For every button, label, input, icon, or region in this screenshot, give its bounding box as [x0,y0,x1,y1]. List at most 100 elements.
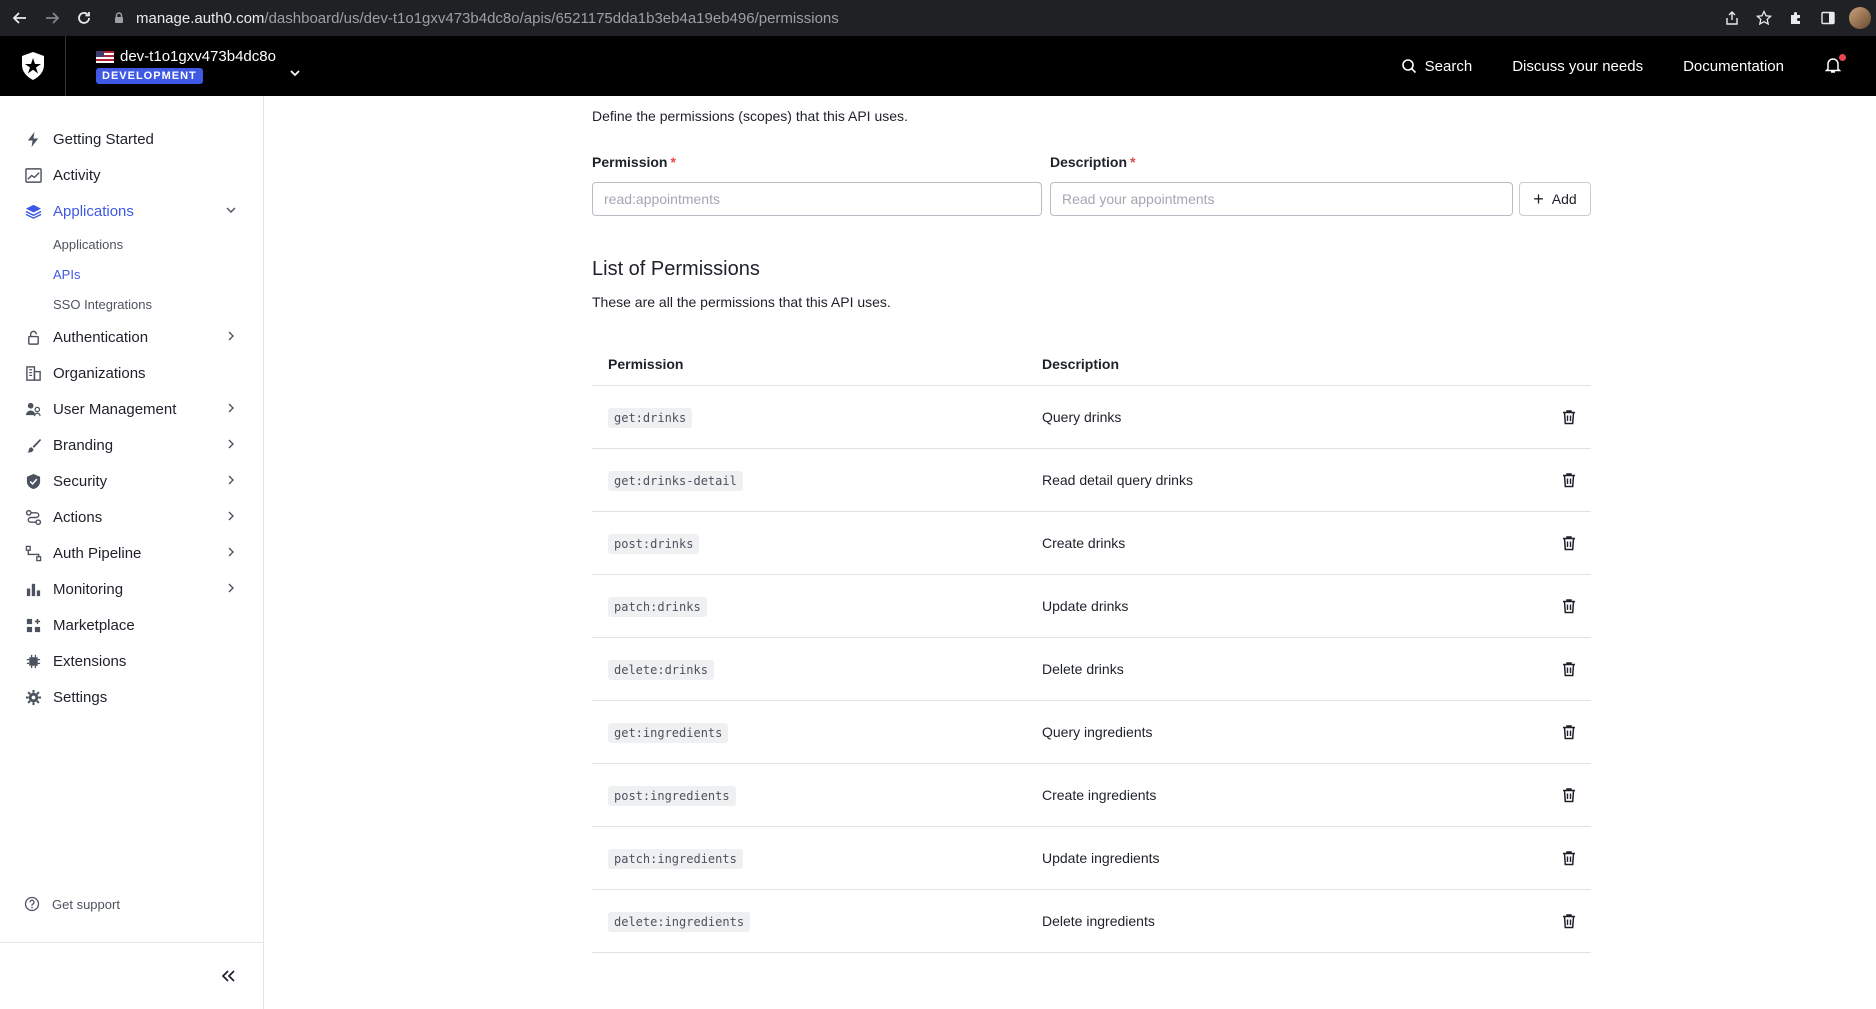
trash-icon[interactable] [1560,912,1578,930]
bolt-icon [24,130,42,148]
sidebar-item-applications[interactable]: Applications [0,193,263,229]
description-cell: Delete drinks [1042,661,1124,677]
permission-scope: patch:drinks [608,597,707,617]
trash-icon[interactable] [1560,534,1578,552]
back-icon[interactable] [8,6,32,30]
required-mark: * [1130,154,1136,170]
forward-icon[interactable] [40,6,64,30]
pipeline-icon [24,544,42,562]
tenant-selector[interactable]: dev-t1o1gxv473b4dc8o DEVELOPMENT [96,48,276,84]
chevron-down-icon [226,207,236,213]
chevron-right-icon [228,331,234,341]
permission-scope: post:ingredients [608,786,736,806]
chevron-right-icon [228,547,234,557]
auth0-logo-icon[interactable] [0,36,66,96]
table-row: get:drinks Query drinks [592,386,1591,449]
permission-cell: patch:drinks [592,597,1042,617]
table-row: patch:ingredients Update ingredients [592,827,1591,890]
table-row: patch:drinks Update drinks [592,575,1591,638]
add-permission-button[interactable]: + Add [1519,182,1591,216]
table-row: post:ingredients Create ingredients [592,764,1591,827]
table-row: delete:drinks Delete drinks [592,638,1591,701]
search-button[interactable]: Search [1401,58,1472,75]
table-row: get:ingredients Query ingredients [592,701,1591,764]
extensions-icon[interactable] [1780,0,1812,36]
permission-field-label: Permission * [592,154,676,170]
sidebar-item-marketplace[interactable]: Marketplace [0,607,263,643]
address-bar[interactable]: manage.auth0.com/dashboard/us/dev-t1o1gx… [108,5,1748,31]
sidebar-item-branding[interactable]: Branding [0,427,263,463]
permission-scope: patch:ingredients [608,849,743,869]
sidebar: Getting Started Activity Applications Ap… [0,96,264,1009]
sidebar-item-actions[interactable]: Actions [0,499,263,535]
sidebar-subitem-sso-integrations[interactable]: SSO Integrations [0,289,263,319]
browser-toolbar: manage.auth0.com/dashboard/us/dev-t1o1gx… [0,0,1876,36]
table-body: get:drinks Query drinks get:drinks-detail R… [592,386,1591,953]
trash-icon[interactable] [1560,660,1578,678]
bar-chart-icon [24,580,42,598]
sidebar-item-organizations[interactable]: Organizations [0,355,263,391]
permission-scope: get:ingredients [608,723,729,743]
sidebar-item-authentication[interactable]: Authentication [0,319,263,355]
get-support-link[interactable]: Get support [24,896,120,912]
lock-icon [24,328,42,346]
chart-line-icon [24,166,42,184]
permission-scope: delete:drinks [608,660,714,680]
permission-cell: post:drinks [592,534,1042,554]
sidebar-item-monitoring[interactable]: Monitoring [0,571,263,607]
discuss-needs-link[interactable]: Discuss your needs [1512,58,1643,75]
profile-avatar[interactable] [1844,0,1876,36]
collapse-sidebar-icon[interactable] [219,967,237,985]
bookmark-star-icon[interactable] [1748,0,1780,36]
chevron-down-icon[interactable] [288,66,302,80]
sidebar-item-auth-pipeline[interactable]: Auth Pipeline [0,535,263,571]
permission-input[interactable] [592,182,1042,216]
flow-icon [24,508,42,526]
help-circle-icon [24,896,40,912]
sidebar-item-activity[interactable]: Activity [0,157,263,193]
sidebar-item-user-management[interactable]: User Management [0,391,263,427]
reload-icon[interactable] [72,6,96,30]
trash-icon[interactable] [1560,849,1578,867]
search-icon [1401,59,1416,74]
permission-scope: delete:ingredients [608,912,751,932]
description-field-label: Description * [1050,154,1136,170]
sidebar-footer [0,942,263,1009]
sidepanel-icon[interactable] [1812,0,1844,36]
trash-icon[interactable] [1560,786,1578,804]
layers-icon [24,202,42,220]
permission-cell: get:ingredients [592,723,1042,743]
permissions-intro: Define the permissions (scopes) that thi… [592,108,908,124]
trash-icon[interactable] [1560,471,1578,489]
description-cell: Create drinks [1042,535,1126,551]
permission-cell: delete:drinks [592,660,1042,680]
sidebar-item-extensions[interactable]: Extensions [0,643,263,679]
share-icon[interactable] [1716,0,1748,36]
app-header: dev-t1o1gxv473b4dc8o DEVELOPMENT Search … [0,36,1876,96]
brush-icon [24,436,42,454]
sidebar-item-settings[interactable]: Settings [0,679,263,715]
table-row: post:drinks Create drinks [592,512,1591,575]
grid-plus-icon [24,616,42,634]
sidebar-item-getting-started[interactable]: Getting Started [0,121,263,157]
description-input[interactable] [1050,182,1513,216]
sidebar-subitem-applications[interactable]: Applications [0,229,263,259]
trash-icon[interactable] [1560,723,1578,741]
description-cell: Update drinks [1042,598,1129,614]
description-cell: Query drinks [1042,409,1122,425]
environment-badge: DEVELOPMENT [96,68,203,84]
notifications-button[interactable] [1824,54,1846,76]
description-cell: Read detail query drinks [1042,472,1193,488]
documentation-link[interactable]: Documentation [1683,58,1784,75]
url-path: /dashboard/us/dev-t1o1gxv473b4dc8o/apis/… [264,9,839,27]
sidebar-item-security[interactable]: Security [0,463,263,499]
chevron-right-icon [228,475,234,485]
sidebar-subitem-apis[interactable]: APIs [0,259,263,289]
permission-cell: patch:ingredients [592,849,1042,869]
trash-icon[interactable] [1560,408,1578,426]
permission-cell: delete:ingredients [592,912,1042,932]
trash-icon[interactable] [1560,597,1578,615]
list-subtitle: These are all the permissions that this … [592,294,891,310]
chevron-right-icon [228,403,234,413]
table-row: get:drinks-detail Read detail query drink… [592,449,1591,512]
